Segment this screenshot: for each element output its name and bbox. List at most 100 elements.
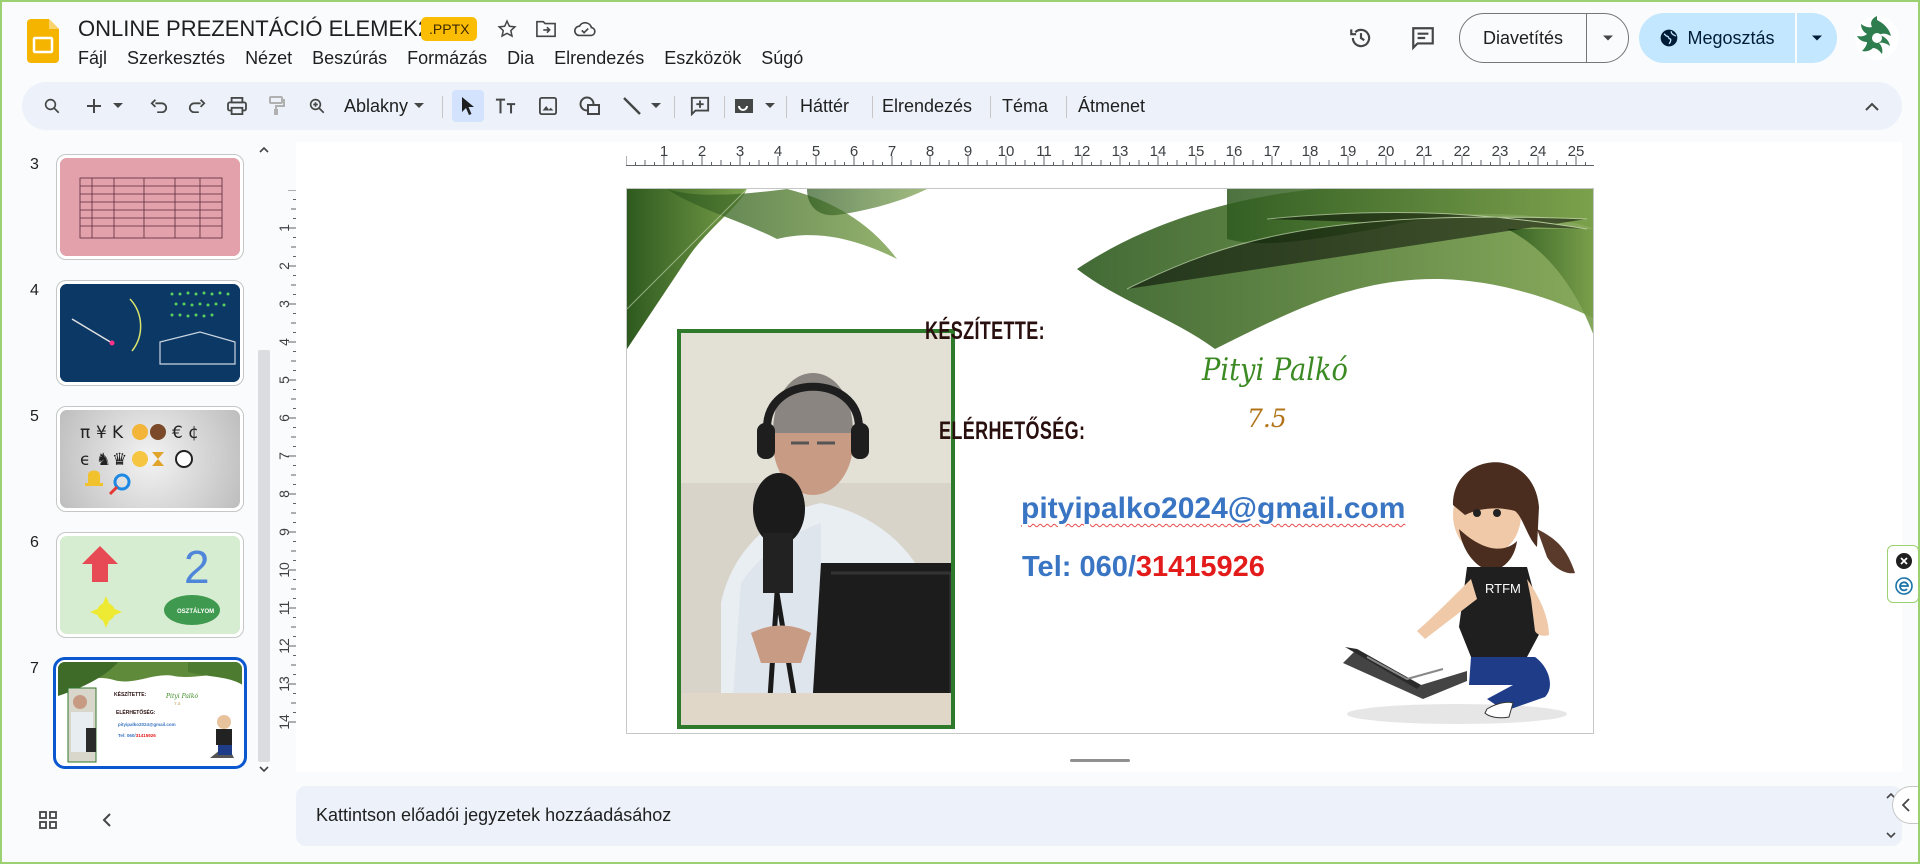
slide-number: 5 xyxy=(30,408,39,425)
current-slide[interactable]: KÉSZÍTETTE: Pityi Palkó 7.5 ELÉRHETŐSÉG:… xyxy=(626,188,1594,734)
menu-bar: Fájl Szerkesztés Nézet Beszúrás Formázás… xyxy=(78,46,813,70)
ruler-label: 4 xyxy=(278,338,292,346)
redo-icon[interactable] xyxy=(182,90,212,122)
side-panel-widget xyxy=(1887,545,1919,603)
layout-button[interactable]: Elrendezés xyxy=(874,90,980,122)
ruler-label: 25 xyxy=(1568,144,1585,160)
version-history-icon[interactable] xyxy=(1341,18,1381,58)
search-menus-icon[interactable] xyxy=(36,90,68,122)
ruler-label: 23 xyxy=(1492,144,1509,160)
background-color-chevron-icon[interactable] xyxy=(762,90,778,122)
document-title[interactable]: ONLINE PREZENTÁCIÓ ELEMEK2 xyxy=(78,16,430,42)
ruler-label: 12 xyxy=(1074,144,1091,160)
new-slide-plus-icon[interactable] xyxy=(80,90,108,122)
menu-slide[interactable]: Dia xyxy=(497,46,544,70)
scrollbar-thumb[interactable] xyxy=(258,350,270,762)
slide-number: 7 xyxy=(30,660,39,677)
ruler-label: 14 xyxy=(1150,144,1167,160)
menu-insert[interactable]: Beszúrás xyxy=(302,46,397,70)
menu-help[interactable]: Súgó xyxy=(751,46,813,70)
grid-view-icon[interactable] xyxy=(38,810,58,835)
slide-thumbnail-4[interactable] xyxy=(56,280,244,386)
text-box-icon[interactable] xyxy=(490,90,522,122)
svg-text:pityipalko2024@gmail.com: pityipalko2024@gmail.com xyxy=(118,722,176,727)
ruler-label: 22 xyxy=(1454,144,1471,160)
menu-edit[interactable]: Szerkesztés xyxy=(117,46,235,70)
ruler-label: 2 xyxy=(698,144,706,160)
svg-text:¥: ¥ xyxy=(96,423,107,443)
narrator-photo[interactable] xyxy=(677,329,955,729)
ruler-label: 10 xyxy=(998,144,1015,160)
slide-number: 3 xyxy=(30,156,39,173)
comments-icon[interactable] xyxy=(1403,18,1443,58)
ruler-label: 8 xyxy=(926,144,934,160)
collapse-filmstrip-chevron-icon[interactable] xyxy=(102,812,112,833)
collapse-toolbar-chevron-icon[interactable] xyxy=(1856,90,1888,122)
vertical-ruler[interactable]: 1234567891011121314 xyxy=(278,190,296,730)
account-avatar[interactable] xyxy=(1855,16,1899,60)
menu-format[interactable]: Formázás xyxy=(397,46,497,70)
author-name[interactable]: Pityi Palkó xyxy=(1202,352,1348,388)
slide-filmstrip: 3 4 5 π ¥ K € ¢ ϵ ♞ ♛ 6 2 OSZTÁLYOM 7 KÉ… xyxy=(2,142,262,782)
close-circle-icon[interactable] xyxy=(1895,552,1913,575)
star-icon[interactable] xyxy=(494,16,520,42)
undo-icon[interactable] xyxy=(144,90,174,122)
menu-view[interactable]: Nézet xyxy=(235,46,302,70)
made-by-label[interactable]: KÉSZÍTETTE: xyxy=(925,317,1045,346)
slide-thumbnail-7[interactable]: KÉSZÍTETTE: Pityi Palkó 7.5 ELÉRHETŐSÉG:… xyxy=(53,657,247,769)
scroll-down-arrow-icon[interactable] xyxy=(259,766,269,773)
transition-button[interactable]: Átmenet xyxy=(1070,90,1153,122)
cloud-saved-icon[interactable] xyxy=(572,16,598,42)
toolbar: Ablakny Háttér Elrendezés Téma Átmenet xyxy=(22,82,1902,130)
ruler-label: 1 xyxy=(660,144,668,160)
speaker-notes-placeholder[interactable]: Kattintson előadói jegyzetek hozzáadásáh… xyxy=(316,805,671,826)
author-grade[interactable]: 7.5 xyxy=(1247,404,1287,433)
slide-thumbnail-5[interactable]: π ¥ K € ¢ ϵ ♞ ♛ xyxy=(56,406,244,512)
zoom-icon[interactable] xyxy=(302,90,332,122)
slide-thumbnail-6[interactable]: 2 OSZTÁLYOM xyxy=(56,532,244,638)
menu-tools[interactable]: Eszközök xyxy=(654,46,751,70)
share-button[interactable]: Megosztás xyxy=(1639,13,1837,63)
file-extension-badge: .PPTX xyxy=(421,17,478,41)
phone-prefix: Tel: 060/ xyxy=(1022,551,1136,583)
ruler-label: 13 xyxy=(278,676,292,692)
select-cursor-icon[interactable] xyxy=(452,90,484,122)
insert-comment-icon[interactable] xyxy=(684,90,716,122)
notes-scroll-down-icon[interactable] xyxy=(1886,832,1896,839)
zoom-label: Ablakny xyxy=(344,95,409,116)
paint-format-icon[interactable] xyxy=(262,90,292,122)
zoom-select[interactable]: Ablakny xyxy=(336,90,432,122)
menu-file[interactable]: Fájl xyxy=(78,46,117,70)
svg-text:7.5: 7.5 xyxy=(174,701,181,706)
ruler-label: 6 xyxy=(850,144,858,160)
horizontal-ruler[interactable]: 1 2 3 4 5 6 7 8 9 10 11 12 13 14 15 16 17 18 19 20 21 22 23 24 2… xyxy=(626,144,1596,166)
ruler-label: 5 xyxy=(812,144,820,160)
new-slide-layout-chevron-icon[interactable] xyxy=(110,90,126,122)
background-button[interactable]: Háttér xyxy=(792,90,857,122)
line-chevron-icon[interactable] xyxy=(648,90,664,122)
contact-label[interactable]: ELÉRHETŐSÉG: xyxy=(939,417,1085,446)
filmstrip-scrollbar[interactable] xyxy=(254,142,274,782)
line-icon[interactable] xyxy=(616,90,648,122)
theme-button[interactable]: Téma xyxy=(994,90,1056,122)
slideshow-button[interactable]: Diavetítés xyxy=(1459,13,1629,63)
contact-phone[interactable]: Tel: 060/31415926 xyxy=(1022,551,1265,584)
move-folder-icon[interactable] xyxy=(533,16,559,42)
slide-thumbnail-3[interactable] xyxy=(56,154,244,260)
shape-icon[interactable] xyxy=(574,90,606,122)
notes-resize-handle[interactable] xyxy=(1070,759,1130,762)
insert-image-icon[interactable] xyxy=(532,90,564,122)
menu-arrange[interactable]: Elrendezés xyxy=(544,46,654,70)
slideshow-options-chevron-icon[interactable] xyxy=(1587,34,1628,42)
cartoon-programmer-image[interactable]: RTFM xyxy=(1337,459,1587,729)
extension-e-icon[interactable] xyxy=(1895,577,1913,600)
ruler-label: 4 xyxy=(774,144,782,160)
slides-logo-icon[interactable] xyxy=(27,19,59,63)
svg-text:♞: ♞ xyxy=(96,450,111,470)
print-icon[interactable] xyxy=(222,90,252,122)
scroll-up-arrow-icon[interactable] xyxy=(259,146,269,153)
speaker-notes[interactable]: Kattintson előadói jegyzetek hozzáadásáh… xyxy=(296,786,1902,846)
share-options-chevron-icon[interactable] xyxy=(1797,34,1837,42)
ruler-label: 24 xyxy=(1530,144,1547,160)
background-color-icon[interactable] xyxy=(730,90,760,122)
